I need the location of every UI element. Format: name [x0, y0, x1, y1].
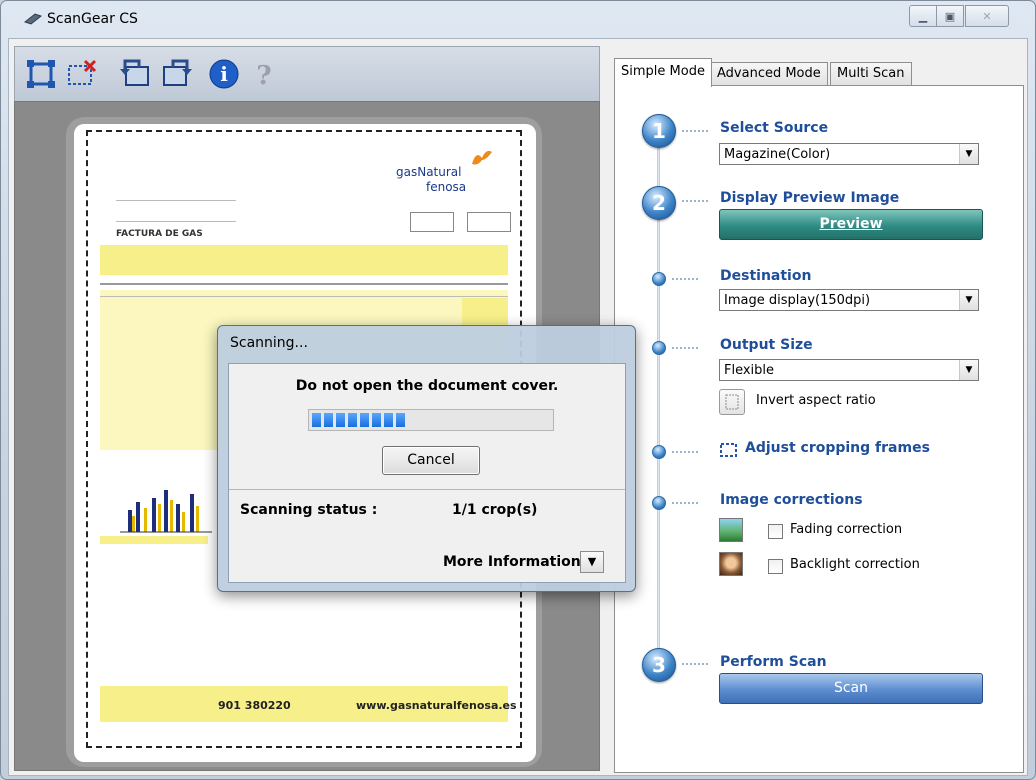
progress-segment	[384, 413, 393, 427]
scan-button[interactable]: Scan	[719, 673, 983, 704]
toolbar: i ?	[14, 46, 600, 102]
rotate-left-button[interactable]	[117, 57, 153, 91]
auto-crop-icon	[27, 60, 55, 88]
close-icon: ✕	[982, 9, 992, 23]
info-button[interactable]: i	[207, 57, 243, 91]
preview-button[interactable]: Preview	[719, 209, 983, 240]
tab-advanced-mode[interactable]: Advanced Mode	[710, 62, 828, 85]
select-source-value: Magazine(Color)	[724, 147, 831, 162]
step-3-badge: 3	[642, 648, 676, 682]
chevron-down-icon: ▼	[959, 144, 978, 164]
dialog-body: Do not open the document cover. Cancel S…	[228, 363, 626, 583]
adjust-cropping-frames-link[interactable]: Adjust cropping frames	[745, 440, 930, 456]
output-size-label: Output Size	[720, 337, 813, 353]
window-title: ScanGear CS	[47, 11, 138, 27]
output-size-dropdown[interactable]: Flexible ▼	[719, 359, 979, 381]
step-3-dots	[682, 663, 708, 667]
progress-segment	[360, 413, 369, 427]
close-button[interactable]: ✕	[965, 5, 1009, 27]
rotate-right-icon	[163, 59, 192, 86]
output-size-bullet	[652, 341, 666, 355]
step-1-dots	[682, 130, 708, 134]
help-button[interactable]: ?	[247, 57, 283, 91]
image-corrections-dots	[672, 502, 698, 506]
dialog-title: Scanning...	[230, 335, 308, 351]
destination-bullet	[652, 272, 666, 286]
adjust-crop-bullet	[652, 445, 666, 459]
adjust-crop-dots	[672, 451, 698, 455]
svg-text:?: ?	[256, 61, 271, 91]
scangear-app-icon	[23, 13, 43, 25]
destination-dropdown[interactable]: Image display(150dpi) ▼	[719, 289, 979, 311]
progress-segment	[372, 413, 381, 427]
invert-aspect-icon	[725, 394, 739, 410]
invert-aspect-ratio-button[interactable]	[719, 389, 745, 415]
select-source-label: Select Source	[720, 120, 829, 136]
dialog-message: Do not open the document cover.	[295, 378, 559, 394]
remove-crop-button[interactable]	[63, 57, 99, 91]
fading-correction-label: Fading correction	[790, 522, 903, 537]
rotate-right-button[interactable]	[159, 57, 195, 91]
maximize-icon: ▣	[944, 9, 956, 23]
image-corrections-label: Image corrections	[720, 492, 863, 508]
invert-aspect-ratio-label: Invert aspect ratio	[756, 393, 876, 408]
dialog-separator	[229, 489, 625, 490]
perform-scan-label: Perform Scan	[720, 654, 827, 670]
display-preview-label: Display Preview Image	[720, 190, 900, 206]
minimize-icon: ▁	[918, 9, 928, 23]
progress-segment	[336, 413, 345, 427]
rotate-left-icon	[120, 59, 149, 86]
backlight-correction-icon	[719, 552, 743, 576]
backlight-correction-label: Backlight correction	[790, 557, 920, 572]
output-size-value: Flexible	[724, 363, 775, 378]
minimize-button[interactable]: ▁	[909, 5, 937, 27]
destination-dots	[672, 278, 698, 282]
svg-text:i: i	[220, 62, 228, 86]
help-icon: ?	[256, 61, 271, 91]
crop-frame-icon	[720, 443, 737, 457]
expand-down-icon: ▼	[587, 555, 597, 568]
backlight-correction-checkbox[interactable]	[768, 559, 783, 574]
progress-segment	[324, 413, 333, 427]
scanning-status-label: Scanning status :	[240, 502, 378, 518]
info-icon: i	[209, 59, 239, 89]
remove-crop-icon	[68, 59, 97, 85]
select-source-dropdown[interactable]: Magazine(Color) ▼	[719, 143, 979, 165]
progress-segment	[348, 413, 357, 427]
chevron-down-icon: ▼	[959, 360, 978, 380]
scanning-dialog: Scanning... Do not open the document cov…	[217, 325, 636, 592]
chevron-down-icon: ▼	[959, 290, 978, 310]
destination-value: Image display(150dpi)	[724, 293, 871, 308]
progress-segment	[312, 413, 321, 427]
more-information-button[interactable]: ▼	[580, 551, 604, 573]
tab-multi-scan[interactable]: Multi Scan	[830, 62, 912, 85]
scan-progress-bar	[308, 409, 554, 431]
progress-segment	[396, 413, 405, 427]
cancel-button[interactable]: Cancel	[382, 446, 480, 475]
tab-simple-mode[interactable]: Simple Mode	[614, 58, 712, 87]
step-2-dots	[682, 200, 708, 204]
step-1-badge: 1	[642, 114, 676, 148]
scanning-status-value: 1/1 crop(s)	[452, 502, 538, 518]
auto-crop-button[interactable]	[23, 57, 59, 91]
output-size-dots	[672, 347, 698, 351]
fading-correction-icon	[719, 518, 743, 542]
fading-correction-checkbox[interactable]	[768, 524, 783, 539]
step-2-badge: 2	[642, 186, 676, 220]
more-information-label: More Information	[443, 554, 581, 570]
image-corrections-bullet	[652, 496, 666, 510]
destination-label: Destination	[720, 268, 812, 284]
title-bar[interactable]: ScanGear CS ▁ ▣ ✕	[1, 1, 1035, 35]
maximize-button[interactable]: ▣	[936, 5, 964, 27]
